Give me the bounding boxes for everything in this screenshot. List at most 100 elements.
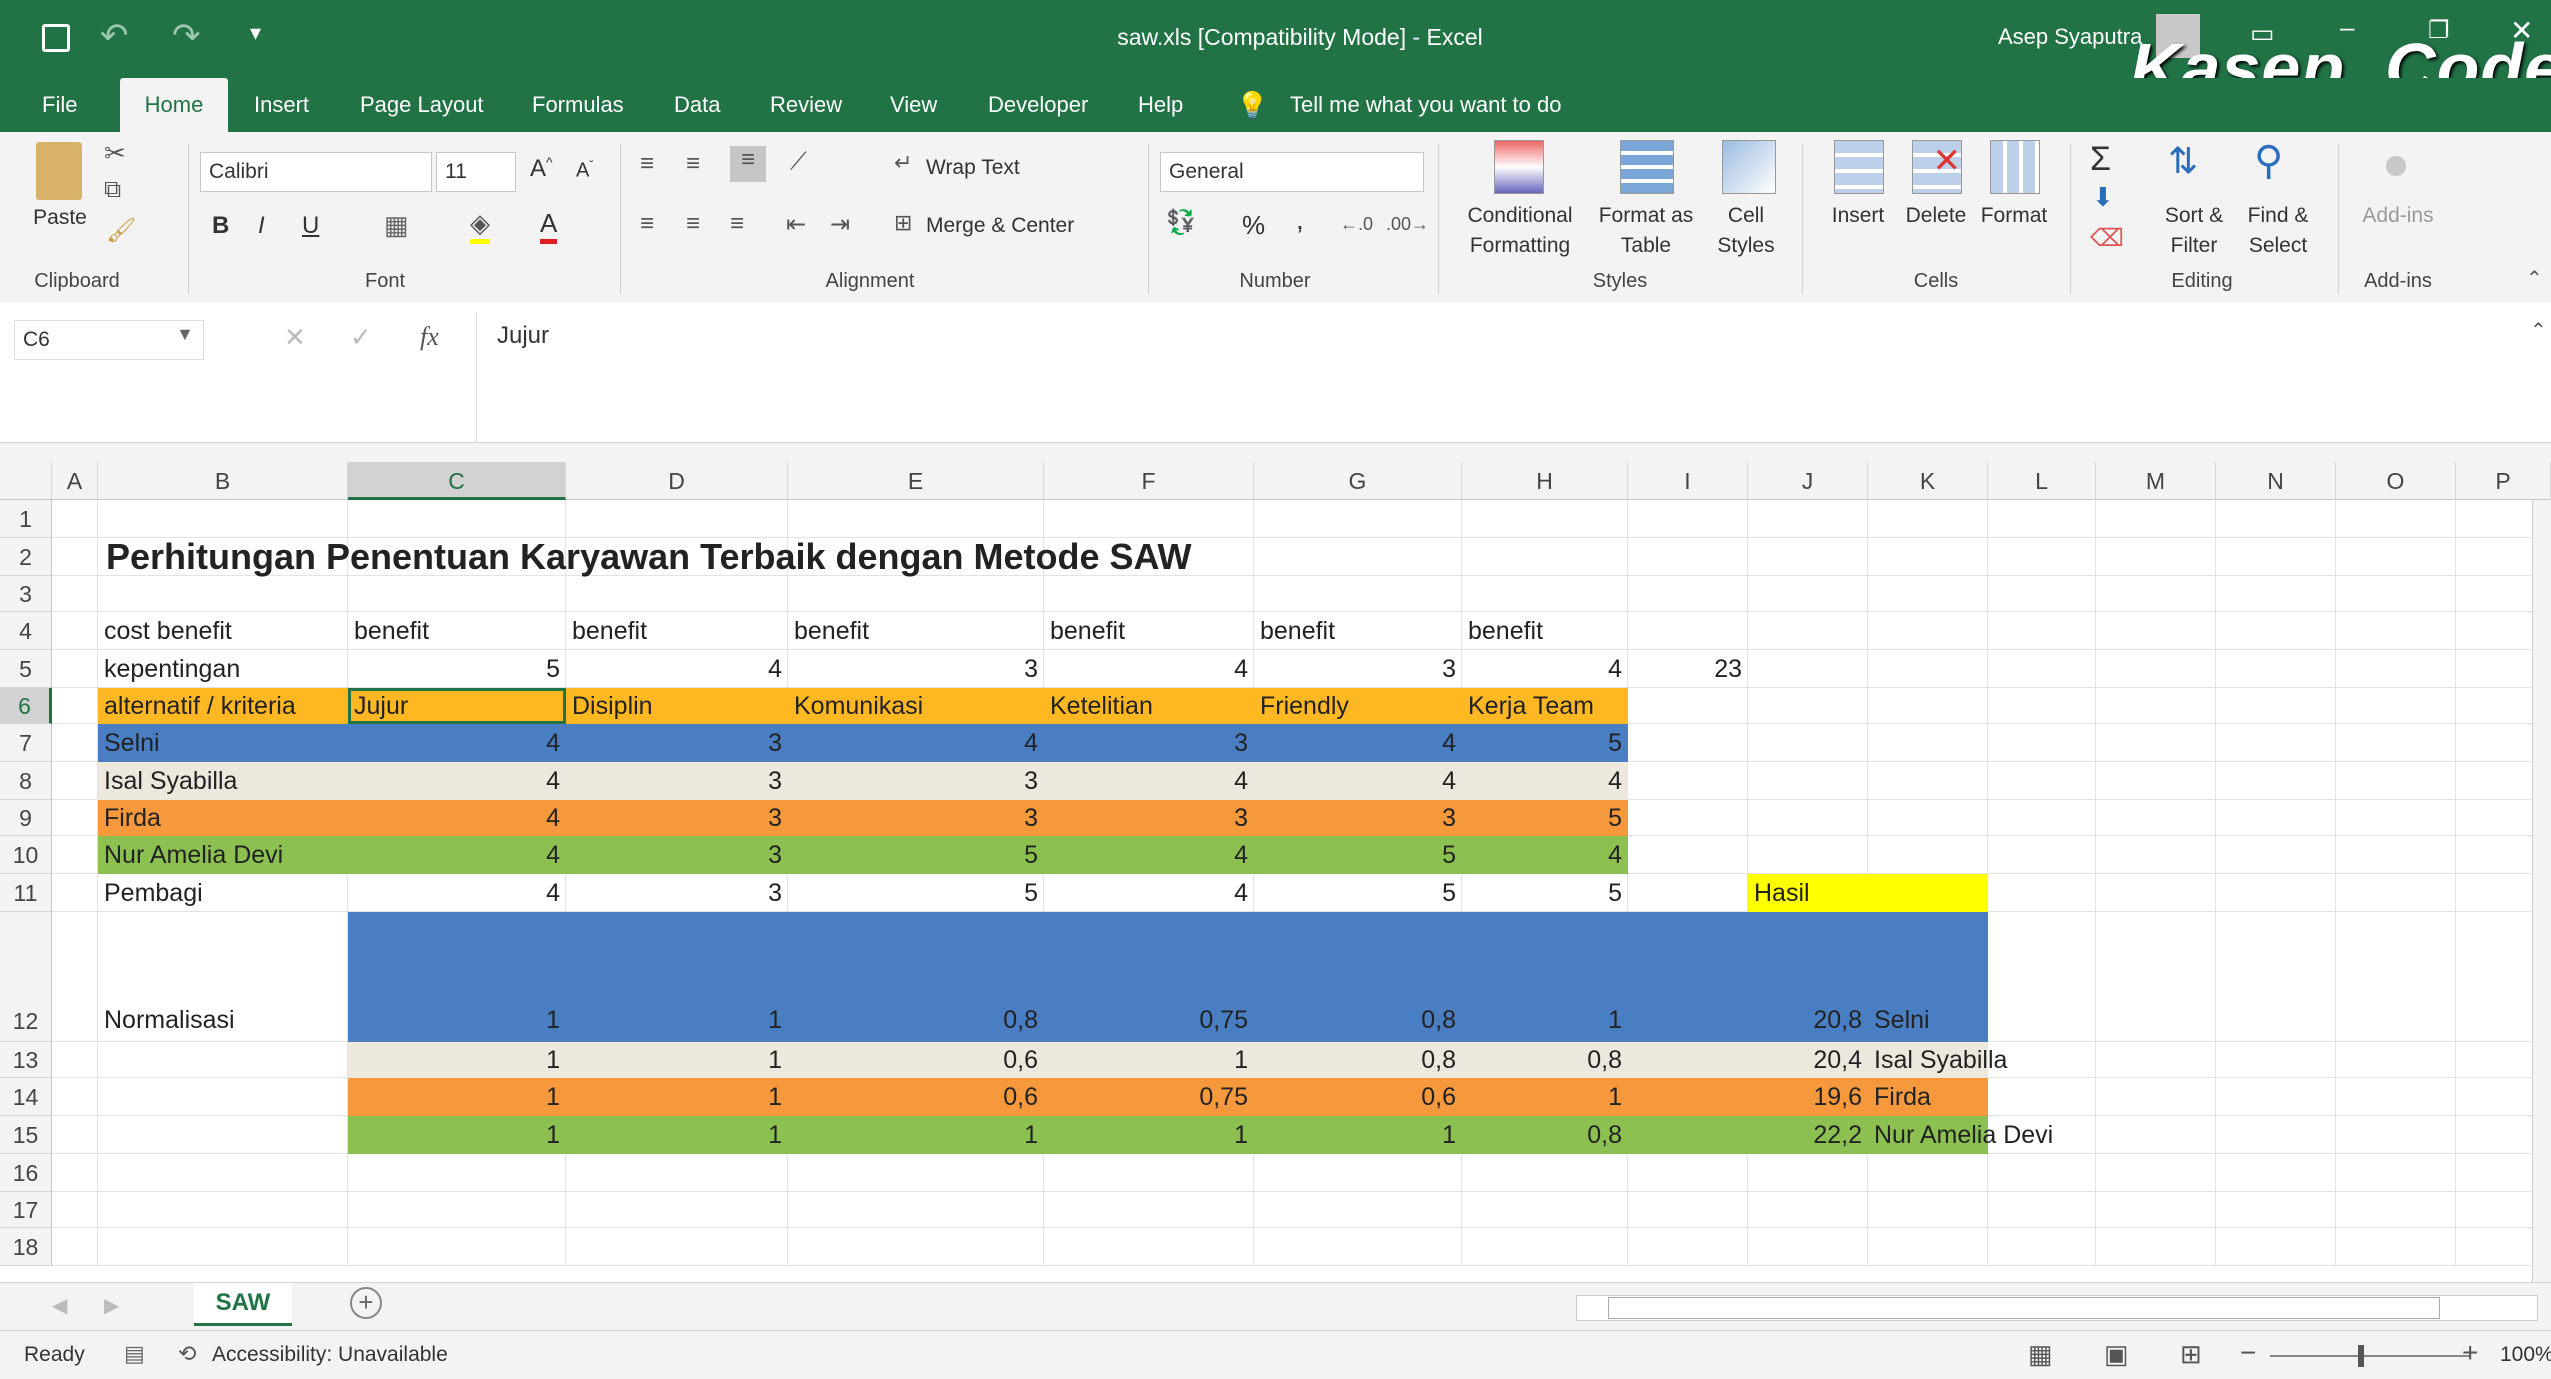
- grid-cell[interactable]: [1868, 1154, 1988, 1192]
- criteria-type-cell[interactable]: benefit: [348, 612, 566, 650]
- weight-cell[interactable]: 5: [348, 650, 566, 688]
- grid-cell[interactable]: [1868, 1192, 1988, 1228]
- grid-cell[interactable]: [1988, 612, 2096, 650]
- grid-cell[interactable]: [2336, 650, 2456, 688]
- grid-cell[interactable]: [2096, 1078, 2216, 1116]
- score-cell[interactable]: 3: [566, 724, 788, 762]
- grid-cell[interactable]: [1868, 724, 1988, 762]
- grid-cell[interactable]: [1462, 500, 1628, 538]
- grid-cell[interactable]: [566, 1228, 788, 1266]
- grid-cell[interactable]: [1868, 836, 1988, 874]
- grid-cell[interactable]: [2336, 538, 2456, 576]
- normalized-cell[interactable]: 1: [348, 1042, 566, 1078]
- normalized-cell[interactable]: 1: [348, 912, 566, 1042]
- grid-cell[interactable]: [52, 1228, 98, 1266]
- normalized-cell[interactable]: 1: [566, 1078, 788, 1116]
- result-score-cell[interactable]: 20,4: [1748, 1042, 1868, 1078]
- grid-cell[interactable]: [52, 1192, 98, 1228]
- normalized-cell[interactable]: 1: [566, 912, 788, 1042]
- column-header-n[interactable]: N: [2216, 462, 2336, 500]
- grid-cell[interactable]: [1462, 576, 1628, 612]
- wrap-text-button[interactable]: Wrap Text: [926, 154, 1020, 181]
- grid-cell[interactable]: [2216, 912, 2336, 1042]
- grid-cell[interactable]: [2216, 538, 2336, 576]
- clear-icon[interactable]: ⌫: [2090, 224, 2124, 253]
- top-align-icon[interactable]: ≡: [640, 150, 654, 178]
- score-cell[interactable]: 4: [1044, 762, 1254, 800]
- grid-cell[interactable]: [2336, 762, 2456, 800]
- grid-cell[interactable]: [2336, 1228, 2456, 1266]
- find-select-button[interactable]: Find &: [2232, 202, 2324, 229]
- grid-cell[interactable]: [1748, 576, 1868, 612]
- save-icon[interactable]: [42, 24, 70, 52]
- grid-cell[interactable]: [2216, 762, 2336, 800]
- grid-cell[interactable]: [1988, 836, 2096, 874]
- tab-data[interactable]: Data: [656, 78, 738, 132]
- grid-cell[interactable]: [1628, 688, 1748, 724]
- decrease-indent-icon[interactable]: ⇤: [786, 210, 806, 239]
- format-as-table-button-line2[interactable]: Table: [1590, 232, 1702, 259]
- grid-cell[interactable]: [2336, 800, 2456, 836]
- grid-cell[interactable]: [1254, 1192, 1462, 1228]
- grid-cell[interactable]: [52, 576, 98, 612]
- normalized-cell[interactable]: 1: [1044, 1116, 1254, 1154]
- grid-cell[interactable]: [2096, 538, 2216, 576]
- grid-cell[interactable]: [788, 500, 1044, 538]
- row-header-4[interactable]: 4: [0, 612, 52, 650]
- row-label[interactable]: kepentingan: [98, 650, 348, 688]
- grid-cell[interactable]: [2096, 912, 2216, 1042]
- grid-cell[interactable]: [2336, 1192, 2456, 1228]
- tab-page-layout[interactable]: Page Layout: [342, 78, 502, 132]
- vertical-scrollbar[interactable]: [2532, 500, 2551, 1282]
- grid-cell[interactable]: [2216, 800, 2336, 836]
- row-header-9[interactable]: 9: [0, 800, 52, 836]
- score-cell[interactable]: 4: [348, 762, 566, 800]
- grid-cell[interactable]: [1988, 874, 2096, 912]
- criteria-type-cell[interactable]: cost benefit: [98, 612, 348, 650]
- score-cell[interactable]: 3: [566, 836, 788, 874]
- normalized-cell[interactable]: 0,6: [788, 1078, 1044, 1116]
- grid-cell[interactable]: [2336, 874, 2456, 912]
- grid-cell[interactable]: [2096, 576, 2216, 612]
- tab-review[interactable]: Review: [752, 78, 860, 132]
- formula-input[interactable]: Jujur: [476, 312, 2547, 442]
- normalized-cell[interactable]: 1: [348, 1116, 566, 1154]
- grid-cell[interactable]: [1988, 650, 2096, 688]
- grid-cell[interactable]: [1462, 1154, 1628, 1192]
- zoom-slider[interactable]: [2270, 1355, 2470, 1357]
- score-cell[interactable]: 4: [788, 724, 1044, 762]
- grid-cell[interactable]: [1254, 576, 1462, 612]
- normalized-cell[interactable]: 1: [1044, 1042, 1254, 1078]
- alternative-name[interactable]: Pembagi: [98, 874, 348, 912]
- grid-cell[interactable]: [1988, 1154, 2096, 1192]
- grid-cell[interactable]: [788, 1228, 1044, 1266]
- grid-cell[interactable]: [2216, 1228, 2336, 1266]
- column-header-b[interactable]: B: [98, 462, 348, 500]
- increase-decimal-icon[interactable]: ←.0: [1340, 214, 1373, 235]
- score-cell[interactable]: 5: [1462, 800, 1628, 836]
- grid-cell[interactable]: [788, 576, 1044, 612]
- delete-cells-icon[interactable]: ✕: [1912, 140, 1962, 194]
- grid-cell[interactable]: [2336, 1078, 2456, 1116]
- grid-cell[interactable]: [1628, 874, 1748, 912]
- normalized-cell[interactable]: 1: [566, 1042, 788, 1078]
- sort-filter-button-line2[interactable]: Filter: [2148, 232, 2240, 259]
- grid-cell[interactable]: [566, 500, 788, 538]
- column-header-h[interactable]: H: [1462, 462, 1628, 500]
- cancel-formula-icon[interactable]: ✕: [284, 322, 306, 353]
- grid-cell[interactable]: [2336, 1042, 2456, 1078]
- criteria-header-cell[interactable]: Komunikasi: [788, 688, 1044, 724]
- grid-cell[interactable]: [1044, 1228, 1254, 1266]
- grid-cell[interactable]: [52, 612, 98, 650]
- enter-formula-icon[interactable]: ✓: [350, 322, 372, 353]
- grid-cell[interactable]: [1462, 1228, 1628, 1266]
- normalized-cell[interactable]: 0,75: [1044, 1078, 1254, 1116]
- grid-cell[interactable]: [1628, 1228, 1748, 1266]
- grid-cell[interactable]: [1628, 576, 1748, 612]
- grid-cell[interactable]: [348, 500, 566, 538]
- grid-cell[interactable]: [1988, 688, 2096, 724]
- grid-cell[interactable]: [98, 500, 348, 538]
- grid-cell[interactable]: [2336, 836, 2456, 874]
- sort-filter-button[interactable]: Sort &: [2148, 202, 2240, 229]
- row-header-5[interactable]: 5: [0, 650, 52, 688]
